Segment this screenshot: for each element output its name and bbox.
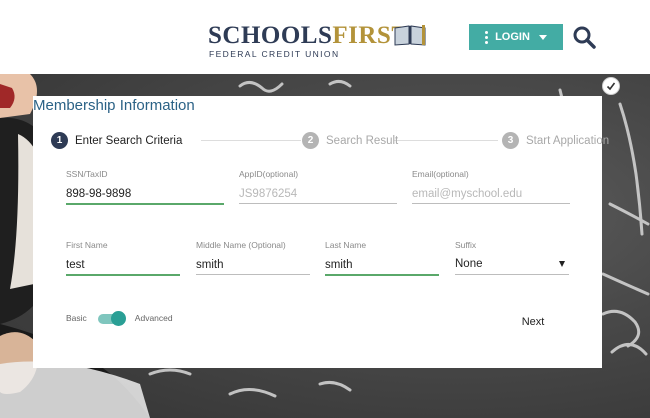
first-name-input[interactable]: test xyxy=(66,252,180,274)
login-label: LOGIN xyxy=(495,31,530,43)
appid-input[interactable]: JS9876254 xyxy=(239,181,397,203)
step-number: 2 xyxy=(302,132,319,149)
first-name-label: First Name xyxy=(66,240,108,250)
email-input[interactable]: email@myschool.edu xyxy=(412,181,570,203)
step-search-result: 2 Search Result xyxy=(302,132,398,149)
chevron-down-icon xyxy=(538,34,547,40)
basic-advanced-toggle[interactable] xyxy=(97,311,126,326)
step-number: 1 xyxy=(51,132,68,149)
step-start-application: 3 Start Application xyxy=(502,132,609,149)
progress-stepper: 1 Enter Search Criteria 2 Search Result … xyxy=(51,132,609,150)
search-mode-toggle-group: Basic Advanced xyxy=(66,311,173,326)
middle-name-input[interactable]: smith xyxy=(196,252,310,274)
suffix-value: None xyxy=(455,258,483,270)
toggle-label-basic: Basic xyxy=(66,313,87,323)
last-name-input[interactable]: smith xyxy=(325,252,439,274)
schoolsfirst-logo[interactable]: SCHOOLSFIRST FEDERAL CREDIT UNION xyxy=(208,22,430,59)
check-badge-icon[interactable] xyxy=(602,77,620,95)
last-name-label: Last Name xyxy=(325,240,367,250)
logo-text-schools: SCHOOLS xyxy=(208,22,333,49)
step-label: Search Result xyxy=(326,134,399,147)
step-enter-search-criteria: 1 Enter Search Criteria xyxy=(51,132,182,149)
middle-name-label: Middle Name (Optional) xyxy=(196,240,286,250)
form-title: Membership Information xyxy=(33,97,195,114)
step-label: Enter Search Criteria xyxy=(75,134,183,147)
book-icon xyxy=(394,25,426,46)
next-button[interactable]: Next xyxy=(509,312,557,332)
membership-form-card: Membership Information 1 Enter Search Cr… xyxy=(33,96,609,368)
suffix-label: Suffix xyxy=(455,240,477,250)
logo-wordmark: SCHOOLSFIRST xyxy=(208,22,409,50)
ssn-input[interactable]: 898-98-9898 xyxy=(66,181,224,203)
site-header: SCHOOLSFIRST FEDERAL CREDIT UNION LOGIN xyxy=(0,0,650,74)
first-name-field[interactable]: First Name test xyxy=(66,240,180,276)
more-vertical-icon xyxy=(485,30,489,44)
logo-subtitle: FEDERAL CREDIT UNION xyxy=(209,49,340,59)
appid-field[interactable]: AppID(optional) JS9876254 xyxy=(239,169,397,204)
step-number: 3 xyxy=(502,132,519,149)
suffix-select[interactable]: None xyxy=(455,252,569,274)
middle-name-field[interactable]: Middle Name (Optional) smith xyxy=(196,240,310,275)
suffix-field[interactable]: Suffix None xyxy=(455,240,569,275)
email-label: Email(optional) xyxy=(412,169,469,179)
ssn-label: SSN/TaxID xyxy=(66,169,108,179)
login-button[interactable]: LOGIN xyxy=(469,24,563,50)
stepper-connector xyxy=(394,140,498,141)
toggle-knob xyxy=(110,311,126,326)
last-name-field[interactable]: Last Name smith xyxy=(325,240,439,276)
step-label: Start Application xyxy=(526,134,610,147)
check-icon xyxy=(606,82,616,91)
appid-label: AppID(optional) xyxy=(239,169,299,179)
ssn-field[interactable]: SSN/TaxID 898-98-9898 xyxy=(66,169,224,205)
search-icon[interactable] xyxy=(572,25,596,49)
toggle-label-advanced: Advanced xyxy=(134,313,173,323)
stepper-connector xyxy=(201,140,301,141)
dropdown-arrow-icon xyxy=(559,261,565,267)
email-field[interactable]: Email(optional) email@myschool.edu xyxy=(412,169,570,204)
